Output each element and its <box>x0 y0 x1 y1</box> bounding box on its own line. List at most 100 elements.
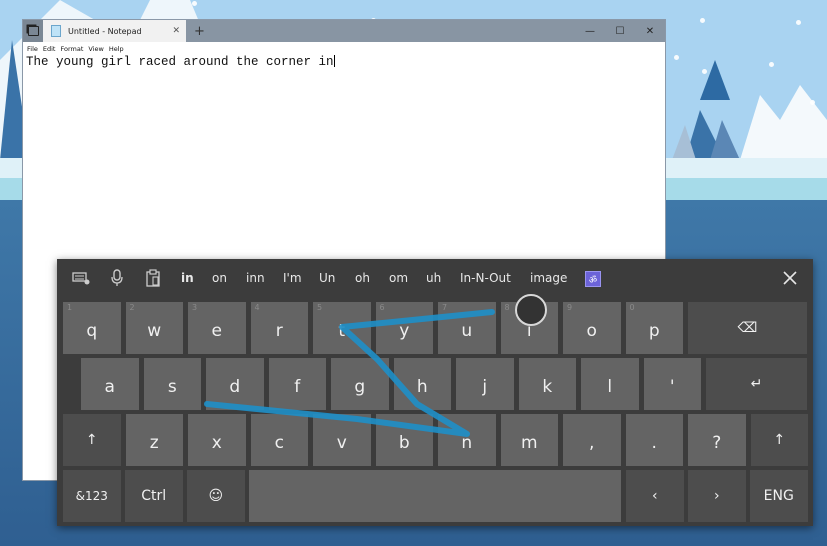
key-f[interactable]: f <box>268 358 326 410</box>
key-shift-right[interactable]: ↑ <box>750 414 808 466</box>
key-label: v <box>336 433 347 453</box>
key-m[interactable]: m <box>500 414 558 466</box>
suggestion-on[interactable]: on <box>212 271 227 285</box>
keyboard-settings-icon[interactable] <box>72 269 90 287</box>
key-s[interactable]: s <box>143 358 201 410</box>
snowflake <box>769 62 774 67</box>
key-period[interactable]: . <box>625 414 683 466</box>
key-a[interactable]: a <box>81 358 139 410</box>
suggestion-un[interactable]: Un <box>319 271 335 285</box>
key-c[interactable]: c <box>250 414 308 466</box>
key-b[interactable]: b <box>375 414 433 466</box>
clipboard-icon[interactable] <box>144 269 162 287</box>
key-shift-left[interactable]: ↑ <box>63 414 121 466</box>
key-label: ? <box>712 433 722 453</box>
suggestion-in[interactable]: in <box>181 271 194 285</box>
tab-close-icon[interactable]: ✕ <box>172 26 180 36</box>
key-number-hint: 0 <box>629 303 635 312</box>
menu-format[interactable]: Format <box>60 45 83 53</box>
key-k[interactable]: k <box>518 358 576 410</box>
key-right-arrow[interactable]: › <box>688 470 746 522</box>
key-label: s <box>167 377 177 397</box>
key-symbols[interactable]: &123 <box>63 470 121 522</box>
key-number-hint: 3 <box>192 303 198 312</box>
key-o[interactable]: 9o <box>563 302 621 354</box>
key-e[interactable]: 3e <box>188 302 246 354</box>
key-apostrophe[interactable]: ' <box>643 358 701 410</box>
snowflake <box>702 69 707 74</box>
suggestion-image[interactable]: image <box>530 271 567 285</box>
key-backspace[interactable]: ⌫ <box>688 302 807 354</box>
key-label: ☺ <box>208 488 224 504</box>
suggestion-inn[interactable]: inn <box>246 271 265 285</box>
key-z[interactable]: z <box>125 414 183 466</box>
key-space[interactable] <box>249 470 621 522</box>
suggestion-om[interactable]: om <box>389 271 408 285</box>
key-label: a <box>104 377 115 397</box>
task-view-icon[interactable] <box>23 20 43 42</box>
key-label: g <box>354 377 366 397</box>
key-label: ‹ <box>651 488 658 504</box>
keyboard-close-icon[interactable] <box>779 267 801 289</box>
notepad-tab[interactable]: Untitled - Notepad ✕ <box>43 20 186 42</box>
suggestion-im[interactable]: I'm <box>283 271 302 285</box>
key-label: u <box>461 321 473 341</box>
key-n[interactable]: n <box>438 414 496 466</box>
notepad-text-area[interactable]: The young girl raced around the corner i… <box>23 55 665 69</box>
key-number-hint: 6 <box>379 303 385 312</box>
suggestion-in-n-out[interactable]: In-N-Out <box>460 271 511 285</box>
key-label: o <box>586 321 597 341</box>
key-enter[interactable]: ↵ <box>706 358 807 410</box>
microphone-icon[interactable] <box>108 269 126 287</box>
key-emoji[interactable]: ☺ <box>187 470 245 522</box>
key-p[interactable]: 0p <box>625 302 683 354</box>
key-y[interactable]: 6y <box>375 302 433 354</box>
key-label: m <box>520 433 538 453</box>
key-h[interactable]: h <box>393 358 451 410</box>
snowflake <box>674 55 679 60</box>
key-g[interactable]: g <box>331 358 389 410</box>
key-question-mark[interactable]: ? <box>688 414 746 466</box>
key-comma[interactable]: , <box>563 414 621 466</box>
suggestion-oh[interactable]: oh <box>355 271 370 285</box>
key-number-hint: 1 <box>67 303 73 312</box>
key-language[interactable]: ENG <box>750 470 808 522</box>
key-label: x <box>211 433 222 453</box>
menu-view[interactable]: View <box>88 45 103 53</box>
key-v[interactable]: v <box>313 414 371 466</box>
snowflake <box>700 18 705 23</box>
suggestion-uh[interactable]: uh <box>426 271 441 285</box>
key-t[interactable]: 5t <box>313 302 371 354</box>
key-left-arrow[interactable]: ‹ <box>626 470 684 522</box>
key-label: , <box>589 433 595 453</box>
key-label: z <box>149 433 159 453</box>
snowflake <box>192 1 197 6</box>
key-label: ↵ <box>750 376 763 392</box>
menu-edit[interactable]: Edit <box>43 45 56 53</box>
text-caret <box>333 55 335 67</box>
maximize-button[interactable]: ☐ <box>605 20 635 42</box>
notepad-text: The young girl raced around the corner i… <box>26 55 334 69</box>
key-u[interactable]: 7u <box>438 302 496 354</box>
key-q[interactable]: 1q <box>63 302 121 354</box>
notepad-titlebar[interactable]: Untitled - Notepad ✕ + — ☐ ✕ <box>23 20 665 42</box>
key-label: ⌫ <box>737 320 758 336</box>
emoji-suggestion-om-symbol[interactable]: ॐ <box>585 271 601 287</box>
minimize-button[interactable]: — <box>575 20 605 42</box>
new-tab-button[interactable]: + <box>194 24 205 39</box>
key-label: q <box>86 321 98 341</box>
key-d[interactable]: d <box>206 358 264 410</box>
key-label: › <box>713 488 720 504</box>
menu-help[interactable]: Help <box>109 45 124 53</box>
key-number-hint: 2 <box>129 303 135 312</box>
key-number-hint: 4 <box>254 303 260 312</box>
key-l[interactable]: l <box>581 358 639 410</box>
key-x[interactable]: x <box>188 414 246 466</box>
key-label: f <box>294 377 301 397</box>
close-window-button[interactable]: ✕ <box>635 20 665 42</box>
key-ctrl[interactable]: Ctrl <box>125 470 183 522</box>
menu-file[interactable]: File <box>27 45 38 53</box>
key-w[interactable]: 2w <box>125 302 183 354</box>
key-r[interactable]: 4r <box>250 302 308 354</box>
key-j[interactable]: j <box>456 358 514 410</box>
